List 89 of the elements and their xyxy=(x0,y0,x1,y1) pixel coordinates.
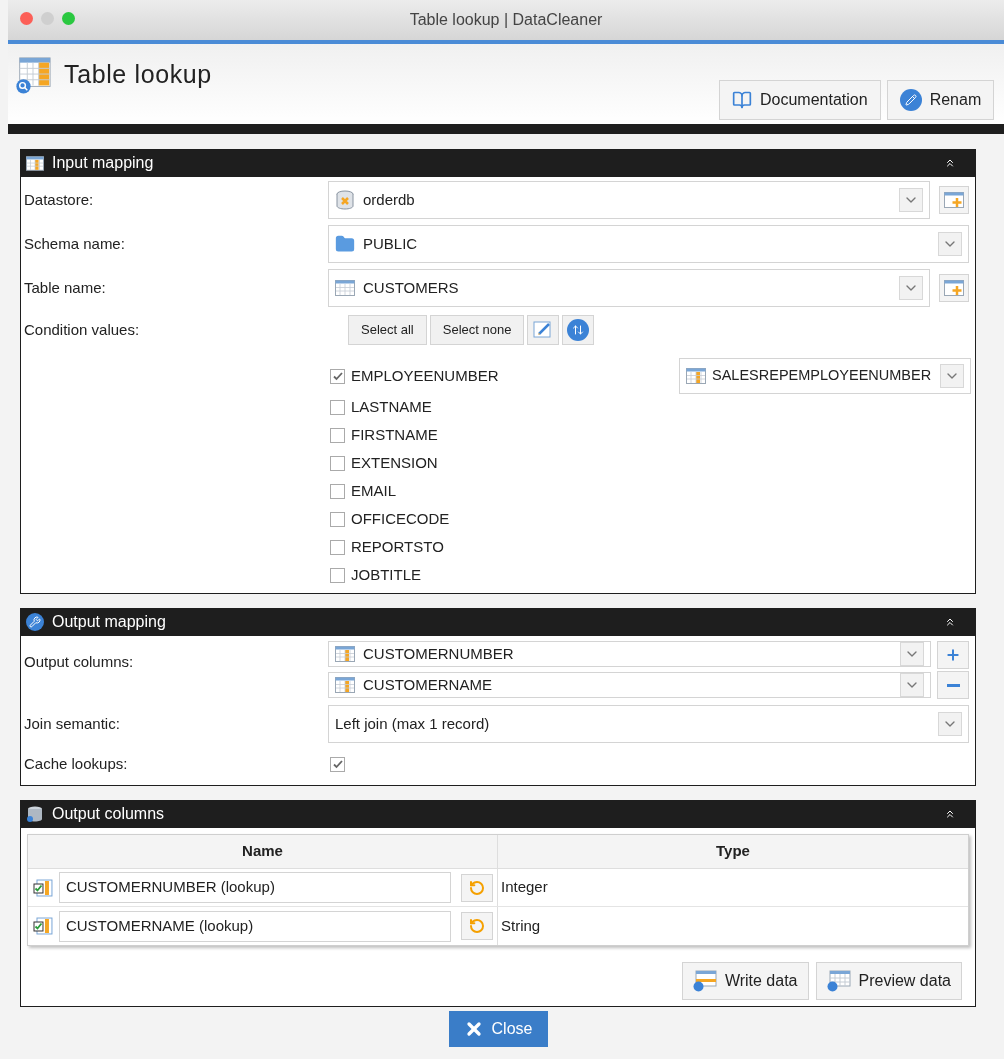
column-select[interactable]: SALESREPEMPLOYEENUMBER xyxy=(679,358,971,394)
field-label: Join semantic: xyxy=(23,713,121,734)
collapse-icon[interactable] xyxy=(944,616,956,628)
column-name: LASTNAME xyxy=(351,396,432,417)
column-name: OFFICECODE xyxy=(351,508,450,529)
pencil-icon xyxy=(899,89,922,111)
close-window-button[interactable] xyxy=(20,12,33,25)
panel-title: Input mapping xyxy=(52,153,154,173)
add-table-button[interactable] xyxy=(939,186,969,214)
table-icon xyxy=(335,646,355,662)
table-cell-text: String xyxy=(500,915,541,936)
field-label: Output columns: xyxy=(23,652,135,672)
add-table-button[interactable] xyxy=(939,274,969,302)
column-name: REPORTSTO xyxy=(351,536,444,557)
minimize-button[interactable] xyxy=(41,12,54,25)
column-check-icon xyxy=(33,878,53,897)
select-value: CUSTOMERS xyxy=(363,277,459,298)
undo-icon xyxy=(469,918,486,934)
field-label: Schema name: xyxy=(23,233,126,254)
window-title: Table lookup | DataCleaner xyxy=(409,10,603,30)
column-check-icon xyxy=(33,917,53,935)
preview-data-button[interactable]: Preview data xyxy=(815,962,962,1000)
rename-button[interactable]: Renam xyxy=(886,80,995,120)
panel-title: Output columns xyxy=(52,804,165,824)
table-search-icon xyxy=(14,56,52,94)
select-field[interactable]: CUSTOMERNAME xyxy=(328,672,931,698)
remove-button[interactable] xyxy=(937,671,969,699)
table-icon xyxy=(335,677,355,693)
column-name: EMPLOYEENUMBER xyxy=(351,365,499,386)
field-label: Condition values: xyxy=(23,319,141,340)
panel-title: Output mapping xyxy=(52,612,166,632)
documentation-button[interactable]: Documentation xyxy=(719,80,881,120)
checkbox[interactable] xyxy=(330,539,345,555)
checkbox[interactable] xyxy=(330,455,345,471)
field-label: Table name: xyxy=(23,277,107,298)
column-name-field[interactable]: CUSTOMERNAME (lookup) xyxy=(58,910,452,942)
undo-icon xyxy=(469,879,486,896)
select-field[interactable]: CUSTOMERS xyxy=(328,269,930,307)
close-button[interactable]: Close xyxy=(448,1011,548,1047)
select-value: Left join (max 1 record) xyxy=(335,713,490,734)
select-field[interactable]: orderdb xyxy=(328,181,930,219)
select-value: CUSTOMERNUMBER xyxy=(363,643,514,664)
book-icon xyxy=(732,90,752,110)
select-value: orderdb xyxy=(363,189,415,210)
checkbox[interactable] xyxy=(330,483,345,499)
column-name-field[interactable]: CUSTOMERNUMBER (lookup) xyxy=(58,872,452,903)
wrench-icon xyxy=(26,613,44,631)
column-name: EMAIL xyxy=(351,480,396,501)
table-icon xyxy=(335,280,355,296)
reset-button[interactable] xyxy=(461,873,493,902)
select-value: SALESREPEMPLOYEENUMBER xyxy=(712,366,932,386)
plus-icon xyxy=(945,647,961,663)
table-search-icon xyxy=(826,970,851,992)
column-header: Name xyxy=(28,835,498,868)
column-name: EXTENSION xyxy=(351,452,438,473)
checkbox[interactable] xyxy=(330,399,345,415)
edit-button[interactable] xyxy=(527,315,560,345)
checkbox[interactable] xyxy=(330,427,345,443)
write-data-button[interactable]: Write data xyxy=(681,962,809,1000)
checkbox[interactable] xyxy=(330,756,345,772)
column-name: FIRSTNAME xyxy=(351,424,438,445)
table-icon xyxy=(686,368,706,384)
select-value: CUSTOMERNAME xyxy=(363,674,492,695)
minus-icon xyxy=(946,683,960,687)
collapse-icon[interactable] xyxy=(944,157,956,169)
edit-icon xyxy=(533,320,554,340)
column-header: Type xyxy=(715,841,751,862)
table-cell-text: Integer xyxy=(500,877,548,898)
collapse-icon[interactable] xyxy=(944,808,956,820)
checkbox[interactable] xyxy=(330,368,345,384)
table-icon xyxy=(26,155,44,171)
select-field[interactable]: PUBLIC xyxy=(328,225,969,263)
database-icon xyxy=(26,805,44,823)
column-name: JOBTITLE xyxy=(351,564,421,585)
field-label: Datastore: xyxy=(23,189,95,210)
checkbox[interactable] xyxy=(330,511,345,527)
page-title: Table lookup xyxy=(64,59,212,91)
database-icon xyxy=(335,190,355,210)
folder-icon xyxy=(335,234,355,254)
select-none-button[interactable]: Select none xyxy=(429,315,525,345)
select-field[interactable]: CUSTOMERNUMBER xyxy=(328,641,931,667)
select-field[interactable]: Left join (max 1 record) xyxy=(328,705,969,743)
zoom-button[interactable] xyxy=(62,12,75,25)
reset-button[interactable] xyxy=(461,912,493,940)
field-label: Cache lookups: xyxy=(23,753,129,774)
add-button[interactable] xyxy=(937,641,969,669)
checkbox[interactable] xyxy=(330,567,345,583)
select-all-button[interactable]: Select all xyxy=(348,315,427,345)
select-value: PUBLIC xyxy=(363,233,418,254)
